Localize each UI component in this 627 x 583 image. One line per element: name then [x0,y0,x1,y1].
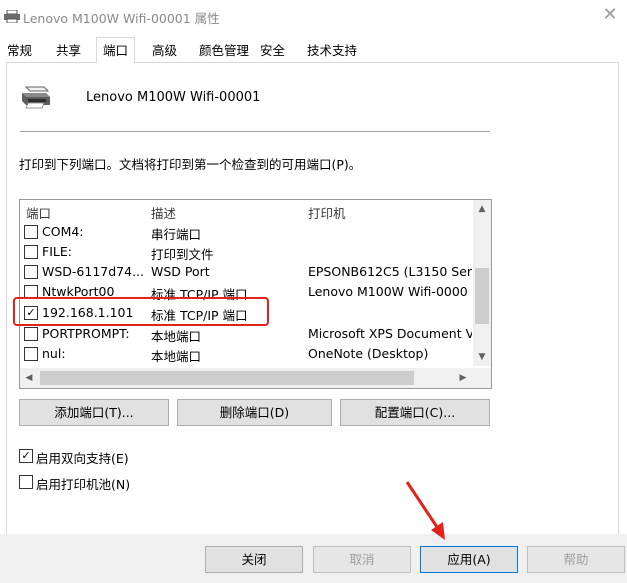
printer-large-icon [22,86,50,109]
scrollbar-corner [473,368,491,388]
configure-port-button[interactable]: 配置端口(C)... [340,399,490,426]
annotation-highlight-box [13,297,269,326]
scroll-right-icon[interactable]: ▶ [454,368,472,388]
port-printer: Microsoft XPS Document V [308,326,472,341]
tab-ports[interactable]: 端口 [96,37,136,63]
port-name: FILE: [42,244,72,259]
port-checkbox[interactable] [24,225,38,239]
port-name: nul: [42,346,66,361]
printer-pooling-option[interactable]: 启用打印机池(N) [19,474,159,492]
tab-color-management[interactable]: 颜色管理 [195,40,253,62]
port-row[interactable]: PORTPROMPT: 本地端口 Microsoft XPS Document … [20,324,472,344]
printer-icon [4,10,20,23]
port-row[interactable]: FILE: 打印到文件 [20,242,472,262]
column-header-description[interactable]: 描述 [151,203,176,222]
bidirectional-support-option[interactable]: ✓ 启用双向支持(E) [19,448,159,466]
port-description: WSD Port [151,264,210,279]
bidirectional-label: 启用双向支持(E) [36,451,129,466]
tab-strip: 常规 共享 端口 高级 颜色管理 安全 技术支持 [0,37,627,63]
port-checkbox[interactable] [24,245,38,259]
separator [20,131,490,132]
port-printer: EPSONB612C5 (L3150 Ser [308,264,472,279]
port-row[interactable]: WSD-6117d74... WSD Port EPSONB612C5 (L31… [20,262,472,282]
horizontal-scrollbar[interactable]: ◀ ▶ [20,368,491,388]
cancel-button[interactable]: 取消 [313,546,411,573]
apply-button[interactable]: 应用(A) [420,546,518,573]
port-description: 本地端口 [151,329,202,344]
horizontal-scroll-thumb[interactable] [40,371,414,385]
scroll-left-icon[interactable]: ◀ [20,368,38,388]
port-list[interactable]: 端口 描述 打印机 COM4: 串行端口 FILE: 打印到文件 WSD-611… [19,199,492,389]
port-name: WSD-6117d74... [42,264,145,279]
annotation-arrow-icon [405,481,445,540]
help-button[interactable]: 帮助 [527,546,625,573]
tab-security[interactable]: 安全 [256,40,289,62]
title-bar: Lenovo M100W Wifi-00001 属性 ✕ [0,0,627,32]
scroll-up-icon[interactable]: ▲ [473,200,491,218]
port-printer: Lenovo M100W Wifi-0000 [308,284,468,299]
port-list-content: 端口 描述 打印机 COM4: 串行端口 FILE: 打印到文件 WSD-611… [20,200,472,366]
column-header-port[interactable]: 端口 [26,203,51,222]
port-checkbox[interactable] [24,327,38,341]
pooling-label: 启用打印机池(N) [36,477,131,492]
port-row[interactable]: COM4: 串行端口 [20,222,472,242]
port-row[interactable]: nul: 本地端口 OneNote (Desktop) [20,344,472,364]
vertical-scroll-thumb[interactable] [475,268,489,324]
instruction-text: 打印到下列端口。文档将打印到第一个检查到的可用端口(P)。 [19,157,362,172]
printer-name: Lenovo M100W Wifi-00001 [86,90,261,105]
tab-tech-support[interactable]: 技术支持 [303,40,361,62]
scroll-down-icon[interactable]: ▼ [473,348,491,366]
port-description: 串行端口 [151,227,202,242]
port-name: COM4: [42,224,84,239]
port-printer: OneNote (Desktop) [308,346,429,361]
vertical-scrollbar[interactable]: ▲ ▼ [473,200,491,366]
port-name: PORTPROMPT: [42,326,130,341]
add-port-button[interactable]: 添加端口(T)... [19,399,169,426]
port-checkbox[interactable] [24,347,38,361]
close-icon[interactable]: ✕ [599,4,621,26]
tab-advanced[interactable]: 高级 [148,40,181,62]
port-description: 打印到文件 [151,247,214,262]
port-description: 本地端口 [151,349,202,364]
close-button[interactable]: 关闭 [205,546,303,573]
tab-sharing[interactable]: 共享 [52,40,85,62]
window-title: Lenovo M100W Wifi-00001 属性 [23,11,220,26]
column-header-printer[interactable]: 打印机 [308,203,346,222]
delete-port-button[interactable]: 删除端口(D) [177,399,332,426]
tab-general[interactable]: 常规 [3,40,36,62]
port-checkbox[interactable] [24,265,38,279]
bidirectional-checkbox[interactable]: ✓ [19,449,33,463]
pooling-checkbox[interactable] [19,475,33,489]
